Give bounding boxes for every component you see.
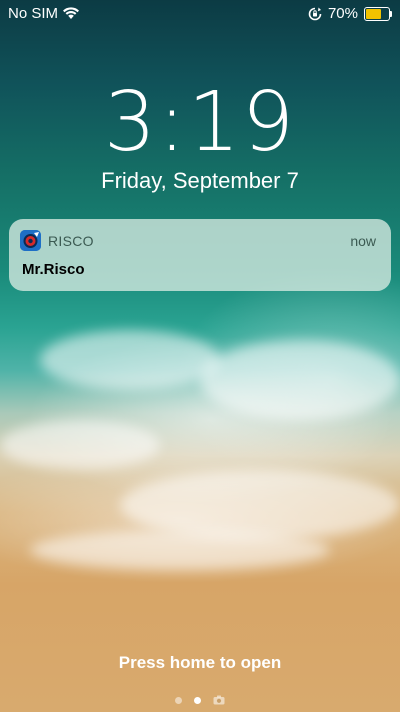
rotation-lock-icon [308, 7, 322, 20]
page-indicators[interactable] [0, 695, 400, 705]
notification-card[interactable]: RISCO now Mr.Risco [9, 219, 391, 291]
lock-screen: No SIM 70% 3:19 Friday, September 7 RISC… [0, 0, 400, 712]
status-right-group: 70% [308, 5, 392, 22]
camera-icon[interactable] [213, 695, 225, 705]
press-home-hint: Press home to open [118, 653, 282, 672]
wallpaper-foam [200, 340, 400, 420]
notification-title: Mr.Risco [22, 261, 85, 278]
wifi-icon [63, 7, 79, 19]
wallpaper-foam [40, 330, 220, 390]
notification-time: now [350, 233, 376, 249]
battery-fill [366, 8, 381, 19]
battery-percentage: 70% [327, 5, 358, 22]
wallpaper-foam [0, 420, 160, 470]
lock-screen-time: 3:19 [103, 75, 297, 170]
lock-screen-date: Friday, September 7 [101, 168, 299, 193]
battery-icon [364, 6, 392, 21]
carrier-label: No SIM [8, 5, 59, 22]
page-dot[interactable] [175, 696, 182, 704]
notification-app-name: RISCO [48, 233, 94, 249]
risco-app-icon [20, 230, 41, 251]
status-bar: No SIM 70% [0, 0, 400, 28]
page-dot-active[interactable] [194, 696, 201, 704]
wallpaper-foam [30, 530, 330, 570]
